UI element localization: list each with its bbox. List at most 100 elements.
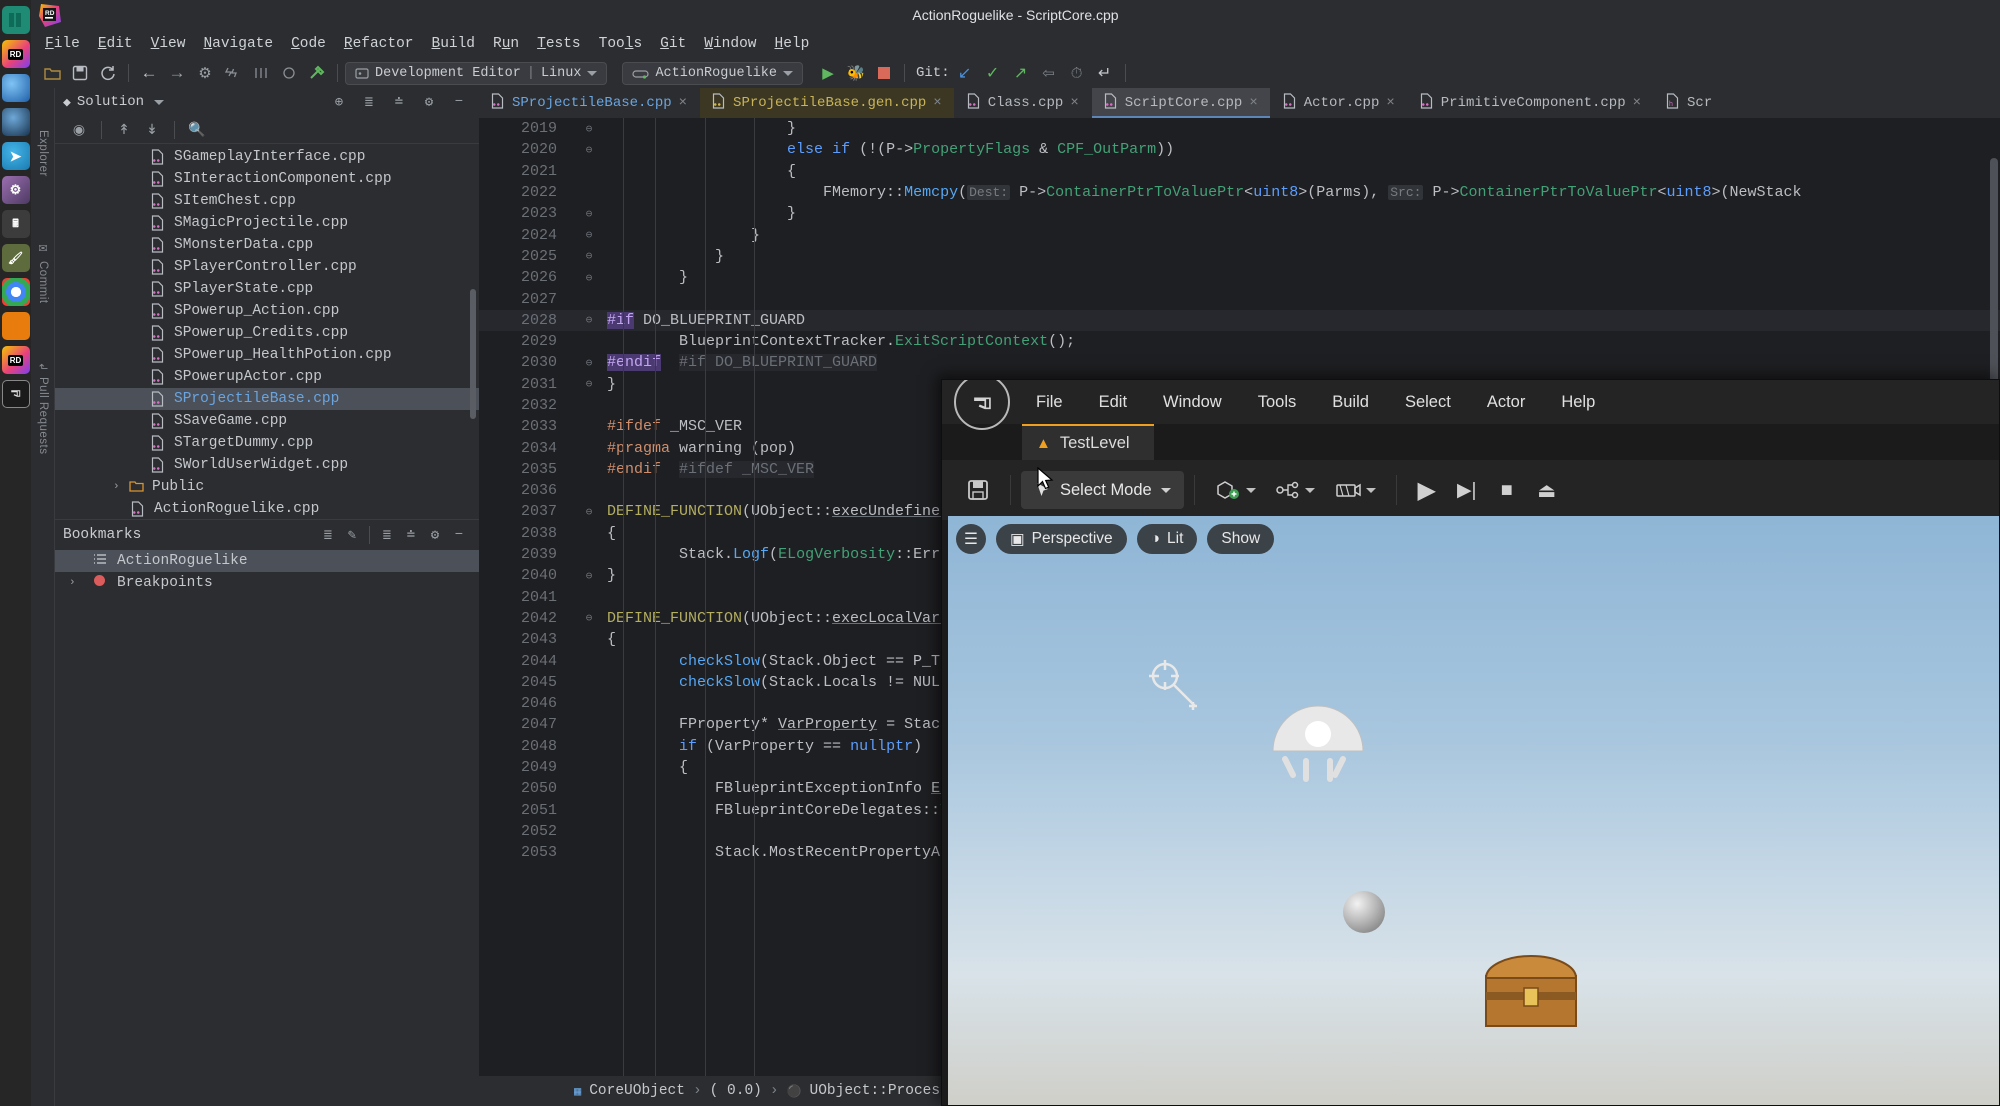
fold-marker-icon[interactable]: ⊖	[571, 569, 607, 583]
menu-build[interactable]: Build	[423, 33, 485, 55]
save-icon[interactable]	[956, 471, 1000, 509]
git-history-icon[interactable]: ⏱	[1064, 61, 1090, 85]
build-project-icon[interactable]	[220, 61, 246, 85]
os-launcher-item-telegram[interactable]: ➤	[1, 142, 30, 170]
tree-item[interactable]: SItemChest.cpp	[55, 190, 479, 212]
tool-tab-explorer[interactable]: Explorer	[31, 88, 55, 218]
tree-item[interactable]: SPowerup_Action.cpp	[55, 300, 479, 322]
add-bookmark-icon[interactable]: ≣	[316, 524, 340, 546]
git-update-icon[interactable]: ↙	[952, 61, 978, 85]
tree-item[interactable]: STargetDummy.cpp	[55, 432, 479, 454]
clean-project-icon[interactable]	[276, 61, 302, 85]
bookmark-item[interactable]: › Breakpoints	[55, 572, 479, 594]
editor-tab[interactable]: Actor.cpp ×	[1271, 88, 1408, 118]
solution-chevron-down-icon[interactable]	[154, 99, 165, 105]
ue-menu-edit[interactable]: Edit	[1081, 393, 1145, 412]
scene-sphere-actor[interactable]	[1343, 891, 1385, 933]
menu-git[interactable]: Git	[651, 33, 695, 55]
os-launcher-item-calculator[interactable]: 🖩	[1, 210, 30, 238]
skip-button[interactable]: ▶|	[1447, 471, 1487, 509]
editor-tab[interactable]: SProjectileBase.cpp ×	[479, 88, 701, 118]
git-commit-icon[interactable]: ✓	[980, 61, 1006, 85]
chevron-down-icon-2[interactable]	[782, 70, 793, 76]
git-push-icon[interactable]: ↗	[1008, 61, 1034, 85]
os-launcher-item-settings[interactable]: ⚙	[1, 176, 30, 204]
bookmarks-gear-icon[interactable]: ⚙	[423, 524, 447, 546]
chevron-down-icon[interactable]	[1160, 487, 1171, 493]
nav-forward-icon[interactable]: →	[164, 61, 190, 85]
tree-item[interactable]: SGameplayInterface.cpp	[55, 146, 479, 168]
editor-tab[interactable]: Class.cpp ×	[955, 88, 1092, 118]
tree-item[interactable]: SMagicProjectile.cpp	[55, 212, 479, 234]
debug-button[interactable]: 🐝	[843, 61, 869, 85]
chevron-down-icon[interactable]	[587, 70, 598, 76]
chevron-down-icon[interactable]	[1365, 487, 1376, 493]
edit-bookmark-icon[interactable]: ✎	[340, 524, 364, 546]
os-launcher-item-unreal[interactable]: 𝡾	[1, 380, 30, 408]
settings-gear-icon[interactable]: ⚙	[192, 61, 218, 85]
tree-item[interactable]: SProjectileBase.cpp	[55, 388, 479, 410]
fold-marker-icon[interactable]: ⊖	[571, 313, 607, 327]
menu-run[interactable]: Run	[484, 33, 528, 55]
menu-tools[interactable]: Tools	[590, 33, 652, 55]
expand-all-icon[interactable]: ≐	[387, 91, 411, 113]
stop-button[interactable]: ■	[1487, 471, 1527, 509]
tree-item[interactable]: SPlayerController.cpp	[55, 256, 479, 278]
bookmarks-collapse-all-icon[interactable]: ≣	[375, 524, 399, 546]
transform-gizmo[interactable]	[1143, 656, 1213, 726]
menu-tests[interactable]: Tests	[528, 33, 590, 55]
viewport-lit-dropdown[interactable]: ◑ Lit	[1136, 524, 1198, 554]
viewport-show-dropdown[interactable]: Show	[1207, 524, 1275, 554]
play-button[interactable]: ▶	[1407, 471, 1447, 509]
close-icon[interactable]: ×	[1633, 95, 1641, 111]
os-launcher-item-rider-running[interactable]: RD	[1, 346, 30, 374]
fold-marker-icon[interactable]: ⊖	[571, 271, 607, 285]
ue-menu-help[interactable]: Help	[1543, 393, 1613, 412]
fold-marker-icon[interactable]: ⊖	[571, 122, 607, 136]
menu-help[interactable]: Help	[765, 33, 818, 55]
ue-menu-build[interactable]: Build	[1314, 393, 1387, 412]
build-configuration-selector[interactable]: Development Editor | Linux	[345, 61, 608, 85]
scroll-to-source-icon[interactable]: ↡	[140, 119, 164, 141]
git-rollback-icon[interactable]: ↵	[1092, 61, 1118, 85]
os-launcher-item-files[interactable]	[1, 6, 30, 34]
fold-marker-icon[interactable]: ⊖	[571, 505, 607, 519]
explorer-gear-icon[interactable]: ⚙	[417, 91, 441, 113]
viewport-perspective-dropdown[interactable]: ▣ Perspective	[996, 524, 1127, 554]
blueprints-icon[interactable]	[1266, 471, 1325, 509]
fold-marker-icon[interactable]: ⊖	[571, 228, 607, 242]
bookmarks-expand-all-icon[interactable]: ≐	[399, 524, 423, 546]
ue-menu-actor[interactable]: Actor	[1469, 393, 1544, 412]
ue-menu-window[interactable]: Window	[1145, 393, 1240, 412]
ue-menu-file[interactable]: File	[1018, 393, 1081, 412]
run-configuration-selector[interactable]: ActionRoguelike	[622, 61, 803, 85]
cinematics-icon[interactable]	[1325, 471, 1386, 509]
menu-window[interactable]: Window	[695, 33, 765, 55]
run-button[interactable]: ▶	[815, 61, 841, 85]
scene-actor-dome[interactable]	[1263, 691, 1373, 786]
editor-tab[interactable]: ScriptCore.cpp ×	[1091, 88, 1271, 118]
editor-tab[interactable]: SProjectileBase.gen.cpp ×	[700, 88, 955, 118]
fold-marker-icon[interactable]: ⊖	[571, 356, 607, 370]
os-launcher-item-firefox[interactable]	[1, 74, 30, 102]
breadcrumb-namespace[interactable]: CoreUObject	[589, 1083, 685, 1099]
editor-tab[interactable]: h Scr	[1654, 88, 1726, 118]
chevron-down-icon[interactable]	[1304, 487, 1315, 493]
ue-menu-select[interactable]: Select	[1387, 393, 1469, 412]
viewport-menu-icon[interactable]: ☰	[956, 524, 986, 554]
tree-item[interactable]: SPowerup_HealthPotion.cpp	[55, 344, 479, 366]
tree-item[interactable]: ActionRoguelike.cpp	[55, 498, 479, 520]
fold-marker-icon[interactable]: ⊖	[571, 611, 607, 625]
add-actor-icon[interactable]	[1205, 471, 1266, 509]
menu-code[interactable]: Code	[282, 33, 335, 55]
scroll-from-source-icon[interactable]: ↟	[112, 119, 136, 141]
tree-item[interactable]: › Public	[55, 476, 479, 498]
os-launcher-item-steam[interactable]	[1, 108, 30, 136]
git-merge-icon[interactable]: ⇦	[1036, 61, 1062, 85]
search-icon[interactable]: 🔍	[185, 119, 209, 141]
chevron-right-icon[interactable]: ›	[113, 481, 129, 493]
menu-navigate[interactable]: Navigate	[194, 33, 282, 55]
tree-item[interactable]: SMonsterData.cpp	[55, 234, 479, 256]
os-launcher-item-gimp[interactable]: 🖌	[1, 244, 30, 272]
ue-level-tab[interactable]: ▲ TestLevel	[1022, 424, 1154, 460]
